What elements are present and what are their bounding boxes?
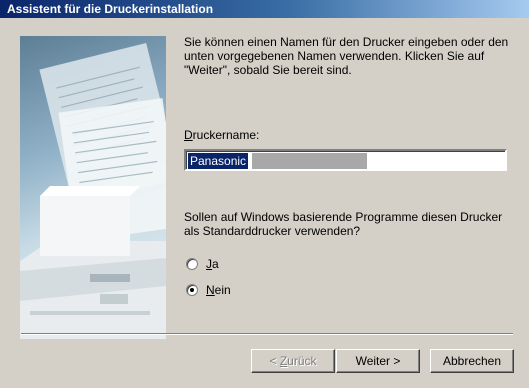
separator bbox=[21, 333, 513, 335]
back-button-prefix: < bbox=[269, 354, 280, 368]
radio-no-accesskey: N bbox=[206, 283, 215, 297]
printer-name-label-rest: ruckername: bbox=[192, 128, 260, 142]
radio-yes-label-rest: a bbox=[212, 257, 219, 271]
intro-text: Sie können einen Namen für den Drucker e… bbox=[184, 35, 509, 77]
radio-no-label-rest: ein bbox=[214, 283, 231, 297]
title-bar[interactable]: Assistent für die Druckerinstallation bbox=[0, 0, 529, 18]
selection-highlight bbox=[252, 153, 367, 169]
wizard-window: Assistent für die Druckerinstallation Si… bbox=[0, 0, 529, 388]
cancel-button[interactable]: Abbrechen bbox=[430, 349, 514, 373]
radio-no-label: Nein bbox=[206, 282, 231, 298]
printer-name-value: Panasonic bbox=[188, 153, 249, 169]
radio-no[interactable]: Nein bbox=[186, 282, 231, 298]
radio-yes[interactable]: Ja bbox=[186, 256, 219, 272]
printer-illustration bbox=[20, 36, 166, 339]
back-button-rest: urück bbox=[287, 354, 317, 368]
printer-name-label: Druckername: bbox=[184, 128, 259, 142]
radio-yes-circle[interactable] bbox=[186, 258, 198, 270]
default-printer-question: Sollen auf Windows basierende Programme … bbox=[184, 210, 503, 238]
printer-name-input[interactable]: Panasonic bbox=[184, 149, 507, 171]
back-button[interactable]: < Zurück bbox=[251, 349, 335, 373]
printer-with-documents-image bbox=[20, 42, 166, 339]
window-title: Assistent für die Druckerinstallation bbox=[7, 2, 214, 16]
radio-yes-label: Ja bbox=[206, 256, 219, 272]
printer-name-label-accesskey: D bbox=[184, 128, 193, 142]
next-button[interactable]: Weiter > bbox=[336, 349, 420, 373]
radio-no-circle[interactable] bbox=[186, 284, 198, 296]
